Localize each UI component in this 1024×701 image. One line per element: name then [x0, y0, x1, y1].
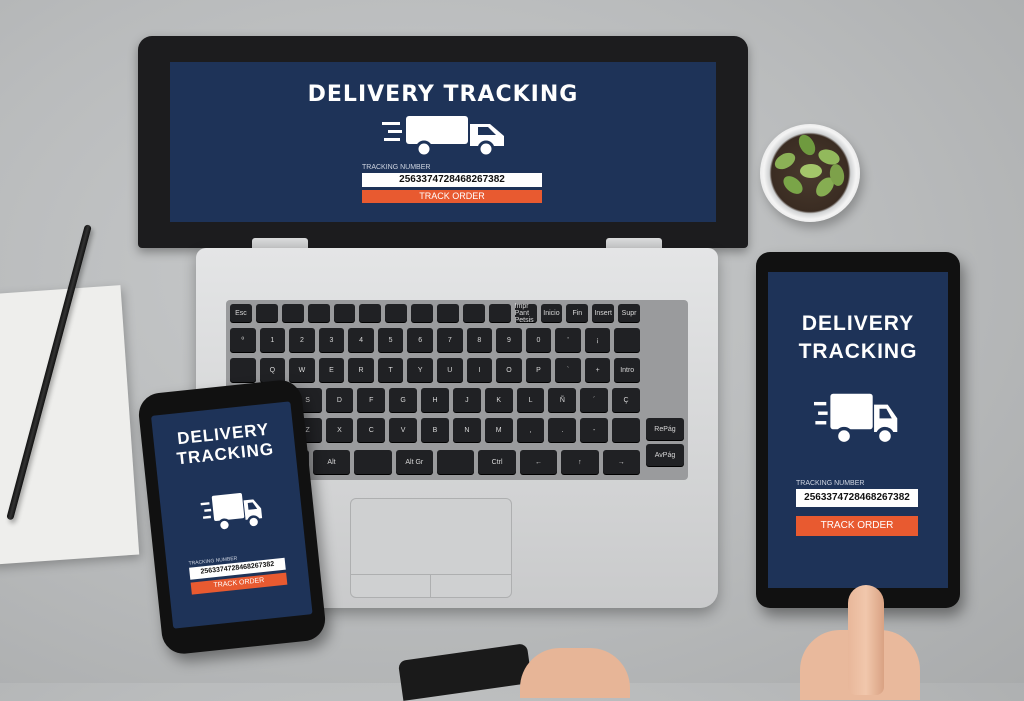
keyboard-key[interactable]: ` [555, 358, 581, 382]
keyboard-key[interactable]: Intro [614, 358, 640, 382]
keyboard-key[interactable] [411, 304, 433, 322]
keyboard-key[interactable]: Esc [230, 304, 252, 322]
keyboard-key[interactable]: 4 [348, 328, 374, 352]
keyboard-key[interactable] [307, 304, 330, 322]
paper-sheet [0, 285, 140, 565]
keyboard-key[interactable]: 0 [525, 328, 552, 352]
keyboard-key[interactable]: 9 [496, 328, 522, 352]
keyboard-key[interactable] [230, 358, 256, 382]
keyboard-key[interactable] [354, 450, 392, 474]
index-finger [848, 585, 884, 695]
keyboard-key[interactable]: ↑ [561, 450, 599, 474]
smartphone: DELIVERY TRACKING TRACKING NUMBER 256337… [136, 378, 328, 656]
track-order-button[interactable]: TRACK ORDER [362, 190, 542, 203]
keyboard-key[interactable]: O [496, 358, 522, 382]
keyboard-key[interactable]: C [357, 418, 386, 442]
hand-left [520, 648, 630, 698]
keyboard-key[interactable]: Ç [612, 388, 640, 412]
truck-icon [382, 116, 504, 158]
tracking-number-label: TRACKING NUMBER [796, 480, 865, 487]
keyboard-key[interactable]: 3 [318, 328, 345, 352]
keyboard-key[interactable]: AvPág [646, 444, 684, 466]
page-title: DELIVERY TRACKING [307, 82, 579, 107]
tracking-number-label: TRACKING NUMBER [362, 164, 431, 171]
keyboard-key[interactable] [437, 450, 475, 474]
keyboard-key[interactable] [488, 304, 511, 322]
keyboard-key[interactable]: + [584, 358, 611, 382]
keyboard-key[interactable]: 6 [407, 328, 433, 352]
keyboard-key[interactable] [333, 304, 356, 322]
keyboard-key[interactable] [281, 304, 304, 322]
sleeve [397, 643, 533, 701]
keyboard-key[interactable]: 5 [377, 328, 404, 352]
keyboard-key[interactable]: RePág [646, 418, 684, 440]
keyboard-key[interactable]: 8 [466, 328, 493, 352]
keyboard-key[interactable] [612, 418, 640, 442]
keyboard-key[interactable]: W [289, 358, 315, 382]
succulent-plant [760, 124, 860, 222]
keyboard-key[interactable]: ' [555, 328, 581, 352]
truck-icon [814, 393, 898, 446]
keyboard-key[interactable]: Ctrl [478, 450, 516, 474]
keyboard-key[interactable]: B [421, 418, 449, 442]
keyboard-key[interactable]: . [548, 418, 577, 442]
keyboard-key[interactable] [385, 304, 408, 322]
keyboard-key[interactable]: Inicio [540, 304, 563, 322]
keyboard-key[interactable] [437, 304, 459, 322]
keyboard-key[interactable]: H [421, 388, 449, 412]
keyboard-key[interactable]: Fin [566, 304, 589, 322]
track-order-button[interactable]: TRACK ORDER [796, 516, 918, 536]
tracking-number-field[interactable]: 2563374728468267382 [796, 489, 918, 507]
keyboard-key[interactable]: D [325, 388, 354, 412]
tablet-title-line2: TRACKING [798, 340, 918, 363]
keyboard-key[interactable]: G [389, 388, 418, 412]
keyboard-key[interactable]: Ñ [548, 388, 577, 412]
keyboard-key[interactable]: , [516, 418, 545, 442]
keyboard-key[interactable]: P [525, 358, 552, 382]
keyboard-key[interactable]: E [318, 358, 345, 382]
keyboard-key[interactable]: M [484, 418, 513, 442]
keyboard-key[interactable]: Y [407, 358, 433, 382]
tracking-number-field[interactable]: 2563374728468267382 [362, 173, 542, 187]
keyboard-key[interactable]: Impr Pant Petsis [514, 303, 537, 324]
trackpad[interactable] [350, 498, 512, 598]
keyboard-key[interactable]: ← [519, 450, 558, 474]
keyboard-key[interactable]: º [230, 328, 256, 352]
keyboard-key[interactable]: Supr [618, 304, 640, 322]
keyboard-key[interactable] [462, 304, 485, 322]
keyboard-key[interactable]: ´ [580, 388, 609, 412]
keyboard-key[interactable]: N [452, 418, 481, 442]
keyboard-key[interactable]: L [516, 388, 545, 412]
keyboard-key[interactable]: Q [259, 358, 286, 382]
keyboard-key[interactable]: F [357, 388, 386, 412]
keyboard-key[interactable]: - [580, 418, 609, 442]
keyboard-key[interactable]: 1 [259, 328, 286, 352]
keyboard-key[interactable] [359, 304, 382, 322]
keyboard-key[interactable]: Alt [312, 450, 351, 474]
laptop-screen: DELIVERY TRACKING TRACKING NUMBER 256337… [170, 62, 716, 222]
tablet-screen: DELIVERY TRACKING TRACKING NUMBER 256337… [768, 272, 948, 588]
phone-screen: DELIVERY TRACKING TRACKING NUMBER 256337… [150, 401, 313, 629]
keyboard-key[interactable] [614, 328, 640, 352]
keyboard-key[interactable]: U [437, 358, 463, 382]
tablet-title-line1: DELIVERY [801, 312, 915, 335]
keyboard-key[interactable]: I [466, 358, 493, 382]
keyboard-key[interactable]: R [348, 358, 374, 382]
keyboard-key[interactable]: X [325, 418, 354, 442]
keyboard-key[interactable]: Insert [592, 304, 615, 322]
keyboard-key[interactable]: J [452, 388, 481, 412]
tablet: DELIVERY TRACKING TRACKING NUMBER 256337… [756, 252, 960, 608]
keyboard-key[interactable]: T [377, 358, 404, 382]
keyboard-key[interactable]: → [602, 450, 640, 474]
keyboard-key[interactable]: 2 [289, 328, 315, 352]
keyboard-key[interactable]: V [389, 418, 418, 442]
keyboard-key[interactable]: ¡ [584, 328, 611, 352]
keyboard-key[interactable]: Alt Gr [395, 450, 433, 474]
keyboard-key[interactable] [255, 304, 278, 322]
truck-icon [200, 492, 263, 532]
keyboard-key[interactable]: 7 [437, 328, 463, 352]
keyboard-key[interactable]: K [484, 388, 513, 412]
